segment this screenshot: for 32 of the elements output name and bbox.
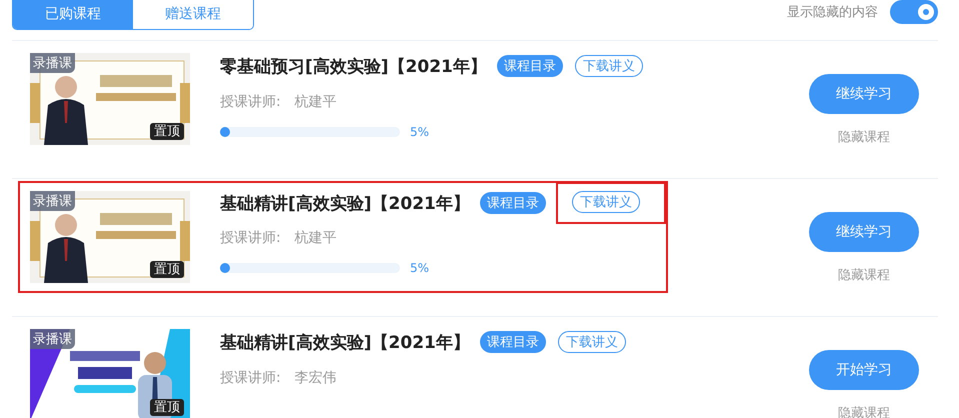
course-type-badge: 录播课	[30, 53, 75, 73]
teacher-label: 授课讲师:	[220, 229, 281, 247]
teacher-name: 杭建平	[294, 93, 337, 111]
progress-percent: 5%	[410, 125, 430, 139]
study-button[interactable]: 继续学习	[809, 212, 919, 252]
study-button[interactable]: 继续学习	[809, 74, 919, 114]
course-title: 零基础预习[高效实验]【2021年】	[220, 56, 487, 78]
course-title: 基础精讲[高效实验]【2021年】	[220, 192, 470, 214]
hide-course-link[interactable]: 隐藏课程	[838, 404, 890, 418]
catalog-button[interactable]: 课程目录	[496, 55, 563, 77]
catalog-button[interactable]: 课程目录	[480, 331, 546, 353]
pin-button[interactable]: 置顶	[150, 123, 184, 140]
catalog-button[interactable]: 课程目录	[480, 192, 546, 214]
hide-course-link[interactable]: 隐藏课程	[838, 128, 890, 146]
pin-button[interactable]: 置顶	[150, 399, 184, 416]
course-title: 基础精讲[高效实验]【2021年】	[220, 332, 470, 354]
tab[interactable]: 已购课程	[13, 0, 133, 29]
toggle-label: 显示隐藏的内容	[787, 4, 878, 21]
toggle-switch[interactable]	[890, 0, 938, 24]
course-type-badge: 录播课	[30, 191, 75, 211]
progress-percent: 5%	[410, 261, 430, 275]
teacher-label: 授课讲师:	[220, 93, 281, 111]
teacher-name: 杭建平	[294, 229, 337, 247]
teacher-label: 授课讲师:	[220, 369, 281, 387]
teacher-name: 李宏伟	[294, 369, 337, 387]
study-button[interactable]: 开始学习	[809, 350, 919, 390]
pin-button[interactable]: 置顶	[150, 261, 184, 278]
download-button[interactable]: 下载讲义	[574, 55, 643, 77]
hide-course-link[interactable]: 隐藏课程	[838, 266, 890, 284]
course-type-badge: 录播课	[30, 329, 75, 349]
download-button[interactable]: 下载讲义	[572, 191, 640, 213]
download-button[interactable]: 下载讲义	[558, 331, 626, 353]
